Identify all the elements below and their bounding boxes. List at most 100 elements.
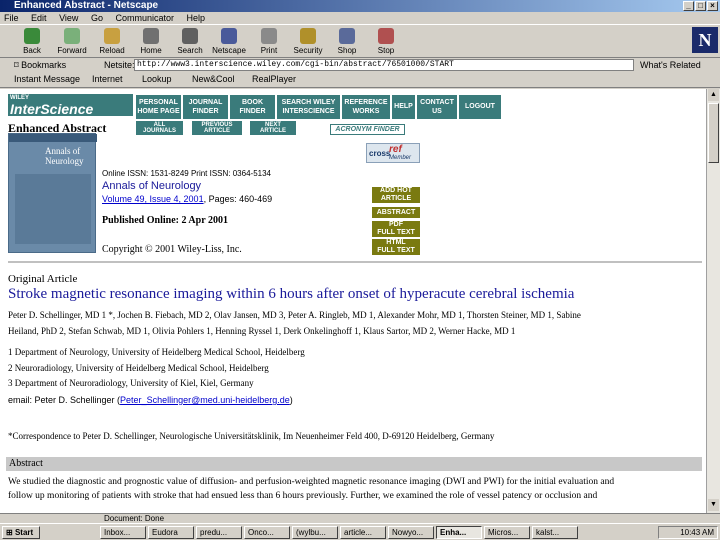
abstract-line-2: follow up monitoring of patients with st… <box>8 491 598 501</box>
menu-help[interactable]: Help <box>187 13 206 23</box>
wiley-interscience-logo[interactable]: WILEY InterScience <box>8 94 133 117</box>
reload-icon <box>104 28 120 44</box>
task-article[interactable]: article... <box>340 526 386 539</box>
acronym-finder-button[interactable]: ACRONYM FINDER <box>330 124 405 135</box>
nav-reference-works[interactable]: REFERENCE WORKS <box>342 95 392 119</box>
cover-title: Annals of Neurology <box>45 146 84 166</box>
task-kalst[interactable]: kalst... <box>532 526 578 539</box>
internet-link[interactable]: Internet <box>92 74 123 84</box>
minimize-button[interactable]: _ <box>683 1 694 11</box>
menu-file[interactable]: File <box>4 13 19 23</box>
nav-contact-us[interactable]: CONTACT US <box>417 95 459 119</box>
windows-taskbar: ⊞ Start Inbox... Eudora predu... Onco...… <box>0 523 720 540</box>
scroll-thumb[interactable] <box>708 103 719 163</box>
task-nowyo[interactable]: Nowyo... <box>388 526 434 539</box>
forward-button[interactable]: Forward <box>54 27 90 57</box>
task-onco[interactable]: Onco... <box>244 526 290 539</box>
nav-next-article[interactable]: NEXT ARTICLE <box>250 121 296 135</box>
menu-edit[interactable]: Edit <box>31 13 47 23</box>
task-predu[interactable]: predu... <box>196 526 242 539</box>
print-button[interactable]: Print <box>251 27 287 57</box>
url-input[interactable]: http://www3.interscience.wiley.com/cgi-b… <box>134 59 634 71</box>
home-icon <box>143 28 159 44</box>
pdf-full-text-button[interactable]: PDF FULL TEXT <box>372 221 420 237</box>
nav-journal-finder[interactable]: JOURNAL FINDER <box>183 95 230 119</box>
nav-logout[interactable]: LOGOUT <box>459 95 503 119</box>
abstract-heading-bar: Abstract <box>6 457 702 471</box>
search-button[interactable]: Search <box>172 27 208 57</box>
stop-button[interactable]: Stop <box>368 27 404 57</box>
instant-message-link[interactable]: Instant Message <box>14 74 80 84</box>
print-icon <box>261 28 277 44</box>
nav-book-finder[interactable]: BOOK FINDER <box>230 95 277 119</box>
shop-button[interactable]: Shop <box>329 27 365 57</box>
task-wylbu[interactable]: (wylbu... <box>292 526 338 539</box>
back-arrow-icon <box>24 28 40 44</box>
system-clock: 10:43 AM <box>658 526 718 539</box>
article-type: Original Article <box>8 273 78 285</box>
volume-info: Volume 49, Issue 4, 2001, Pages: 460-469 <box>102 194 273 204</box>
lock-icon <box>300 28 316 44</box>
scroll-up-arrow[interactable]: ▲ <box>708 89 719 101</box>
article-title: Stroke magnetic resonance imaging within… <box>8 286 575 302</box>
personal-toolbar: Instant Message Internet Lookup New&Cool… <box>0 72 720 88</box>
authors-line-1: Peter D. Schellinger, MD 1 *, Jochen B. … <box>8 310 581 320</box>
scroll-down-arrow[interactable]: ▼ <box>708 499 719 511</box>
menu-view[interactable]: View <box>59 13 78 23</box>
nav-all-journals[interactable]: ALL JOURNALS <box>136 121 183 135</box>
copyright: Copyright © 2001 Wiley-Liss, Inc. <box>102 244 242 255</box>
window-title: Enhanced Abstract - Netscape <box>14 0 159 11</box>
author-email: email: Peter D. Schellinger (Peter_Schel… <box>8 395 293 405</box>
divider <box>8 261 702 263</box>
realplayer-link[interactable]: RealPlayer <box>252 74 296 84</box>
start-button[interactable]: ⊞ Start <box>2 526 40 539</box>
add-hot-article-button[interactable]: ADD HOT ARTICLE <box>372 187 420 203</box>
journal-name-link[interactable]: Annals of Neurology <box>102 180 201 192</box>
menu-go[interactable]: Go <box>91 13 103 23</box>
authors-line-2: Heiland, PhD 2, Stefan Schwab, MD 1, Oli… <box>8 326 516 336</box>
menu-communicator[interactable]: Communicator <box>115 13 174 23</box>
issn-info: Online ISSN: 1531-8249 Print ISSN: 0364-… <box>102 169 271 178</box>
crossref-member-badge[interactable]: cross ref Member <box>366 143 420 163</box>
nav-previous-article[interactable]: PREVIOUS ARTICLE <box>192 121 242 135</box>
window-titlebar: Enhanced Abstract - Netscape _ □ × <box>0 0 720 12</box>
status-bar: Document: Done <box>0 513 720 523</box>
maximize-button[interactable]: □ <box>695 1 706 11</box>
correspondence-note: *Correspondence to Peter D. Schellinger,… <box>8 431 495 441</box>
home-button[interactable]: Home <box>133 27 169 57</box>
journal-cover-image[interactable]: Annals of Neurology <box>8 133 97 253</box>
task-micros[interactable]: Micros... <box>484 526 530 539</box>
affiliation-2: 2 Neuroradiology, University of Heidelbe… <box>8 363 269 373</box>
stop-icon <box>378 28 394 44</box>
page-content: WILEY InterScience Enhanced Abstract PER… <box>0 89 706 513</box>
whats-related-button[interactable]: What's Related <box>640 60 701 70</box>
published-date: Published Online: 2 Apr 2001 <box>102 215 228 226</box>
lookup-link[interactable]: Lookup <box>142 74 172 84</box>
security-button[interactable]: Security <box>290 27 326 57</box>
email-link[interactable]: Peter_Schellinger@med.uni-heidelberg.de <box>120 395 290 405</box>
nav-personal-home-page[interactable]: PERSONAL HOME PAGE <box>136 95 183 119</box>
volume-link[interactable]: Volume 49, Issue 4, 2001 <box>102 194 204 204</box>
reload-button[interactable]: Reload <box>94 27 130 57</box>
affiliation-3: 3 Department of Neuroradiology, Universi… <box>8 378 254 388</box>
new-cool-link[interactable]: New&Cool <box>192 74 235 84</box>
task-enhanced-abstract[interactable]: Enha... <box>436 526 482 539</box>
abstract-button[interactable]: ABSTRACT <box>372 207 420 218</box>
abstract-heading: Abstract <box>9 458 43 469</box>
bookmarks-button[interactable]: ⌑ Bookmarks <box>14 60 66 71</box>
close-button[interactable]: × <box>707 1 718 11</box>
vertical-scrollbar[interactable]: ▲ ▼ <box>706 89 720 513</box>
back-button[interactable]: Back <box>14 27 50 57</box>
netsite-label: Netsite: <box>104 60 135 70</box>
nav-help[interactable]: HELP <box>392 95 417 119</box>
nav-search-wiley-interscience[interactable]: SEARCH WILEY INTERSCIENCE <box>277 95 342 119</box>
search-icon <box>182 28 198 44</box>
html-full-text-button[interactable]: HTML FULL TEXT <box>372 239 420 255</box>
task-eudora[interactable]: Eudora <box>148 526 194 539</box>
forward-arrow-icon <box>64 28 80 44</box>
netscape-icon <box>221 28 237 44</box>
affiliation-1: 1 Department of Neurology, University of… <box>8 347 305 357</box>
task-inbox[interactable]: Inbox... <box>100 526 146 539</box>
shop-icon <box>339 28 355 44</box>
netscape-button[interactable]: Netscape <box>211 27 247 57</box>
